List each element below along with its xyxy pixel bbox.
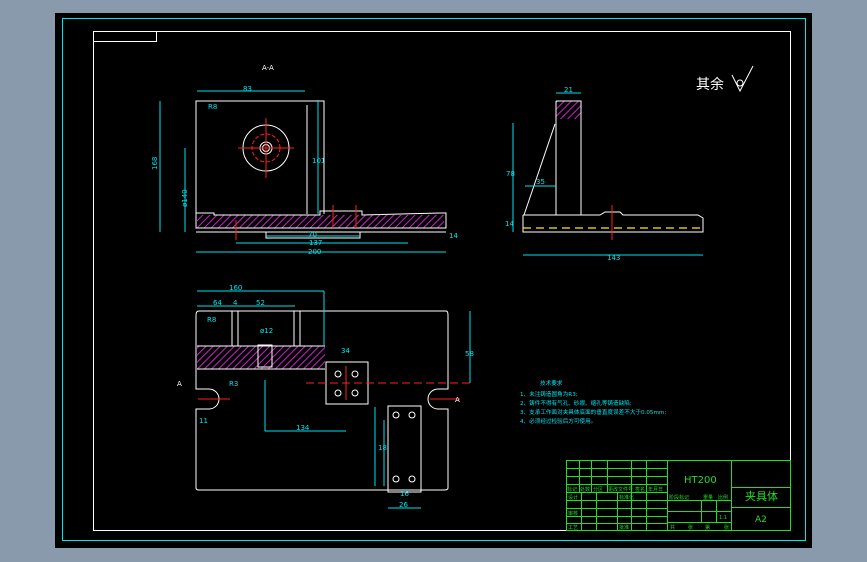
svg-text:134: 134: [296, 424, 310, 432]
svg-text:分区: 分区: [593, 486, 603, 493]
svg-text:4、必须经过检验后方可使用。: 4、必须经过检验后方可使用。: [520, 417, 596, 425]
svg-text:批准: 批准: [619, 524, 629, 531]
svg-text:1、未注铸造圆角为R3;: 1、未注铸造圆角为R3;: [520, 390, 578, 398]
svg-text:工艺: 工艺: [568, 525, 578, 531]
svg-text:年月日: 年月日: [648, 486, 663, 493]
svg-text:技术要求: 技术要求: [540, 379, 563, 387]
svg-text:R8: R8: [208, 103, 217, 111]
svg-text:143: 143: [607, 254, 620, 262]
svg-text:A: A: [177, 380, 182, 388]
svg-text:ø140: ø140: [181, 189, 189, 207]
svg-text:2、铸件不得有气孔、砂眼、缩孔等铸造缺陷;: 2、铸件不得有气孔、砂眼、缩孔等铸造缺陷;: [520, 399, 632, 407]
svg-text:ø12: ø12: [260, 327, 273, 335]
svg-text:52: 52: [256, 299, 265, 307]
svg-text:设计: 设计: [568, 494, 578, 501]
svg-text:审核: 审核: [568, 510, 578, 517]
svg-text:重量: 重量: [703, 494, 713, 501]
svg-text:14: 14: [449, 232, 458, 240]
svg-text:14: 14: [505, 220, 514, 228]
svg-text:78: 78: [506, 170, 515, 178]
svg-text:64: 64: [213, 299, 222, 307]
svg-text:张: 张: [724, 524, 729, 531]
svg-text:1:1: 1:1: [719, 515, 727, 521]
svg-text:35: 35: [536, 178, 545, 186]
part-name: 夹具体: [745, 489, 778, 503]
svg-text:21: 21: [564, 86, 573, 94]
section-label: A-A: [262, 64, 274, 72]
svg-text:200: 200: [308, 248, 321, 256]
svg-text:101: 101: [312, 157, 325, 165]
svg-text:26: 26: [399, 501, 408, 509]
drawing-sheet: [55, 13, 812, 548]
svg-text:4: 4: [233, 299, 238, 307]
svg-text:其余: 其余: [696, 76, 724, 93]
svg-text:R8: R8: [207, 316, 216, 324]
sheet-size: A2: [755, 515, 767, 525]
svg-text:张: 张: [688, 524, 693, 531]
svg-text:标记: 标记: [567, 486, 577, 493]
svg-text:第: 第: [705, 524, 710, 531]
svg-text:比例: 比例: [718, 494, 728, 501]
svg-text:处数: 处数: [580, 486, 590, 493]
svg-text:共: 共: [670, 524, 675, 531]
svg-text:A: A: [455, 396, 460, 404]
svg-text:16: 16: [400, 490, 409, 498]
material-label: HT200: [684, 475, 717, 486]
svg-text:签名: 签名: [635, 486, 645, 493]
svg-text:34: 34: [341, 347, 350, 355]
svg-text:58: 58: [465, 350, 474, 358]
svg-text:11: 11: [199, 417, 208, 425]
svg-text:标准化: 标准化: [619, 494, 634, 501]
svg-text:160: 160: [229, 284, 242, 292]
svg-text:18: 18: [378, 444, 387, 452]
svg-text:更改文件号: 更改文件号: [608, 486, 633, 493]
svg-text:阶段标记: 阶段标记: [669, 494, 689, 501]
svg-text:137: 137: [309, 239, 322, 247]
cad-drawing-canvas[interactable]: A-A 83 R8 168 ø140 101 70 137 200 14 21 …: [0, 0, 867, 562]
svg-text:R3: R3: [229, 380, 238, 388]
svg-text:168: 168: [151, 157, 159, 170]
svg-text:3、支承工作面对夹具体底面的垂直度误差不大于0.05mm;: 3、支承工作面对夹具体底面的垂直度误差不大于0.05mm;: [520, 408, 666, 416]
svg-text:70: 70: [308, 231, 317, 239]
svg-text:83: 83: [243, 85, 252, 93]
